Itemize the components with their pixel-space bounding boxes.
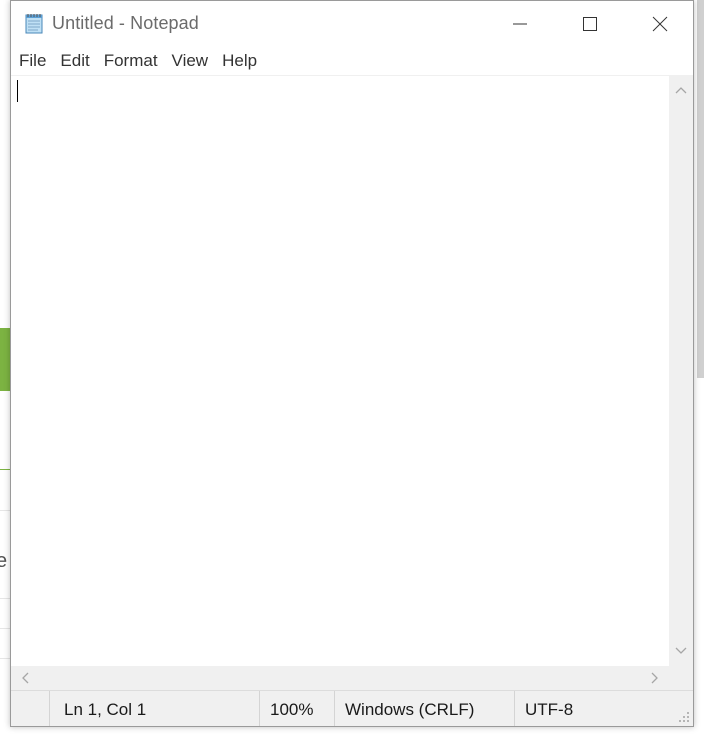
notepad-window: Untitled - Notepad File Edit Format View…: [10, 0, 694, 727]
status-cursor-position: Ln 1, Col 1: [49, 691, 259, 726]
background-scrollbar: [697, 0, 704, 378]
menu-edit[interactable]: Edit: [53, 47, 96, 75]
window-title: Untitled - Notepad: [52, 13, 199, 33]
status-line-ending: Windows (CRLF): [334, 691, 514, 726]
vertical-scrollbar[interactable]: [669, 75, 693, 666]
status-blank: [11, 691, 49, 726]
notepad-icon: [25, 14, 43, 34]
horizontal-scrollbar[interactable]: [11, 666, 669, 690]
scroll-right-button[interactable]: [643, 666, 667, 690]
menu-view[interactable]: View: [165, 47, 216, 75]
chevron-up-icon: [675, 87, 687, 94]
chevron-right-icon: [651, 672, 658, 684]
scroll-left-button[interactable]: [13, 666, 37, 690]
menu-bar: File Edit Format View Help: [11, 47, 693, 75]
scrollbar-corner: [669, 666, 693, 690]
status-encoding: UTF-8: [514, 691, 693, 726]
menu-file[interactable]: File: [11, 47, 53, 75]
text-editor[interactable]: [11, 75, 669, 666]
scroll-down-button[interactable]: [669, 639, 693, 663]
status-zoom: 100%: [259, 691, 334, 726]
chevron-down-icon: [675, 647, 687, 654]
minimize-button[interactable]: [485, 1, 555, 47]
status-bar: Ln 1, Col 1 100% Windows (CRLF) UTF-8: [11, 690, 693, 726]
maximize-icon: [583, 17, 597, 31]
close-button[interactable]: [625, 1, 695, 47]
text-caret: [17, 80, 18, 102]
maximize-button[interactable]: [555, 1, 625, 47]
scroll-up-button[interactable]: [669, 78, 693, 102]
background-text-fragment: e: [0, 550, 8, 572]
chevron-left-icon: [22, 672, 29, 684]
menu-format[interactable]: Format: [97, 47, 165, 75]
close-icon: [652, 16, 668, 32]
minimize-icon: [513, 23, 527, 25]
resize-grip-icon[interactable]: [677, 710, 691, 724]
menu-help[interactable]: Help: [215, 47, 264, 75]
title-bar[interactable]: Untitled - Notepad: [11, 1, 693, 47]
